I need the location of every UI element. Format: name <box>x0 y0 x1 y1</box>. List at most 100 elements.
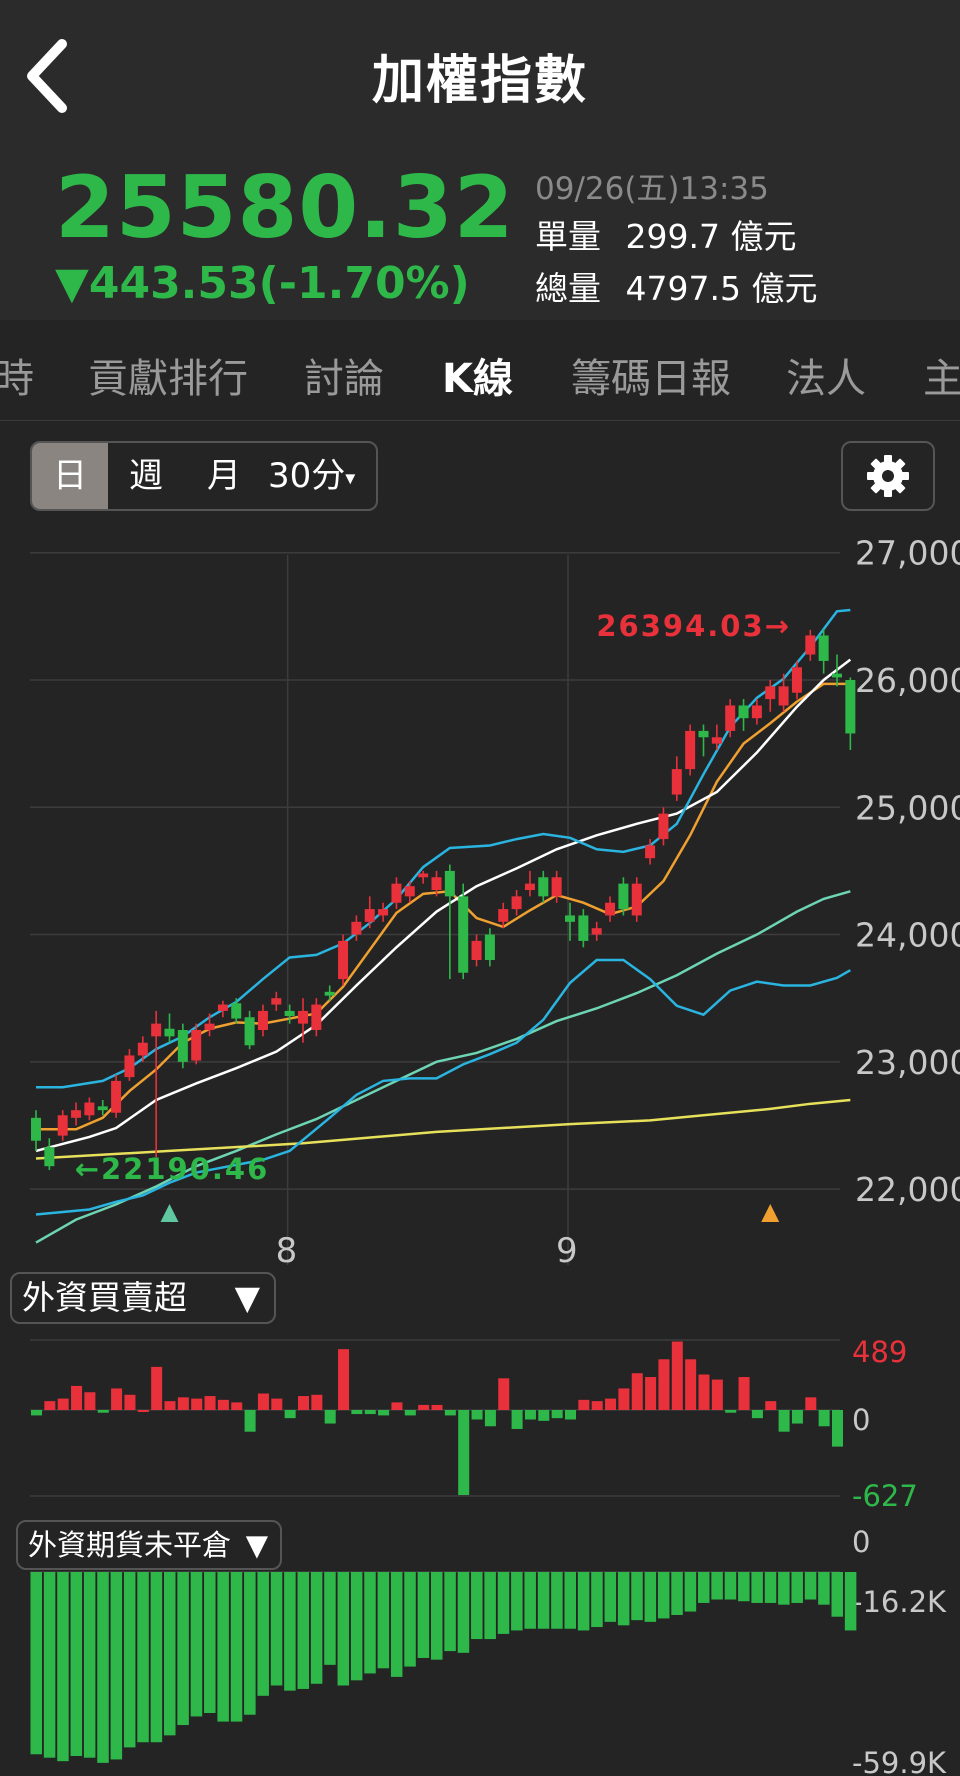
netbuy-bar <box>111 1388 123 1410</box>
y-axis-label: 0 <box>852 1525 870 1559</box>
futures-oi-bar <box>537 1572 550 1629</box>
candle-body <box>151 1023 162 1037</box>
futures-oi-bar <box>257 1572 269 1696</box>
netbuy-bar <box>471 1410 483 1420</box>
netbuy-bar <box>751 1410 763 1419</box>
candle-body <box>791 667 802 693</box>
netbuy-bar <box>658 1359 670 1410</box>
futures-oi-bar <box>284 1572 296 1691</box>
futures-oi-bar <box>791 1572 803 1603</box>
y-axis-label: -59.9K <box>852 1746 947 1776</box>
netbuy-bar <box>351 1410 363 1415</box>
futures-oi-bar <box>471 1572 483 1640</box>
futures-oi-bar <box>83 1572 96 1758</box>
futures-oi-bar <box>724 1572 737 1600</box>
futures-oi-bar <box>804 1572 817 1600</box>
candle-body <box>244 1017 255 1046</box>
tab-chip-daily[interactable]: 籌碼日報 <box>571 346 731 404</box>
k-line-chart[interactable]: 27,000 26,000 25,000 24,000 23,000 22,000 8 9 26… <box>0 540 960 1270</box>
futures-oi-bar <box>137 1572 149 1743</box>
netbuy-bar <box>511 1410 523 1429</box>
futures-oi-bar <box>484 1572 496 1640</box>
futures-oi-bar <box>110 1572 123 1760</box>
x-axis-label: 8 <box>276 1231 298 1270</box>
futures-oi-bar <box>150 1572 163 1743</box>
foreign-futures-oi-chart[interactable]: 0 -16.2K -59.9K <box>0 1510 960 1776</box>
tab-main[interactable]: 主 <box>923 346 960 404</box>
candle-body <box>404 886 415 897</box>
y-axis-label: 0 <box>852 1403 870 1437</box>
futures-oi-bar <box>404 1572 416 1667</box>
netbuy-bar <box>832 1410 843 1447</box>
netbuy-bar <box>498 1378 510 1410</box>
candle-body <box>444 870 455 897</box>
period-week-button[interactable]: 週 <box>112 443 180 509</box>
futures-oi-bar <box>70 1572 83 1756</box>
candle-body <box>778 686 789 706</box>
candle-body <box>511 896 522 910</box>
chart-settings-button[interactable] <box>841 441 935 511</box>
period-day-button[interactable]: 日 <box>32 443 108 509</box>
futures-oi-bar <box>337 1572 350 1686</box>
futures-oi-bar <box>604 1572 617 1622</box>
period-30min-button[interactable]: 30分▾ <box>268 443 376 509</box>
triangle-down-icon: ▼ <box>234 1278 260 1317</box>
netbuy-bar <box>818 1410 830 1427</box>
high-price-marker: 26394.03→ <box>596 609 791 643</box>
futures-oi-bar <box>43 1572 56 1758</box>
tab-institutional[interactable]: 法人 <box>786 346 866 404</box>
candle-body <box>751 705 762 719</box>
candle-body <box>177 1030 188 1062</box>
netbuy-bar <box>231 1402 243 1410</box>
quote-timestamp: 09/26(五)13:35 <box>535 171 769 207</box>
total-volume-row: 總量 4797.5 億元 <box>535 262 817 310</box>
period-30min-label: 30分 <box>268 456 346 496</box>
netbuy-bar <box>578 1399 590 1410</box>
netbuy-bar <box>565 1410 576 1420</box>
back-button[interactable] <box>22 36 82 116</box>
netbuy-bar <box>177 1397 189 1410</box>
netbuy-bar <box>524 1410 536 1420</box>
single-volume-value: 299.7 億元 <box>625 217 797 256</box>
futures-oi-bar <box>324 1572 336 1665</box>
ma-line <box>35 1098 851 1160</box>
signal-triangle-icon <box>160 1204 179 1222</box>
ma-line <box>35 658 852 1153</box>
tab-time[interactable]: 時 <box>0 346 34 404</box>
netbuy-bar <box>97 1410 109 1413</box>
futures-oi-bar <box>698 1572 710 1603</box>
candle-body <box>845 680 856 734</box>
candle-body <box>284 1010 295 1016</box>
futures-oi-bar <box>190 1572 203 1717</box>
futures-oi-bar <box>97 1572 109 1763</box>
netbuy-bar <box>124 1394 136 1410</box>
candle-body <box>818 635 829 661</box>
total-volume-label: 總量 <box>535 269 601 308</box>
tab-contribution-ranking[interactable]: 貢獻排行 <box>88 346 248 404</box>
futures-oi-bar <box>711 1572 723 1600</box>
candle-body <box>44 1147 55 1167</box>
period-selector: 日 週 月 30分▾ <box>30 441 378 511</box>
y-axis-label: 23,000 <box>855 1043 960 1082</box>
netbuy-bar <box>244 1410 256 1432</box>
chevron-left-icon <box>27 39 67 113</box>
tab-discussion[interactable]: 討論 <box>304 346 384 404</box>
period-month-button[interactable]: 月 <box>190 443 258 509</box>
y-axis-label: 22,000 <box>855 1170 960 1209</box>
futures-oi-bar <box>457 1572 470 1653</box>
foreign-netbuy-selector[interactable]: 外資買賣超 ▼ <box>10 1272 276 1324</box>
y-axis-label: -16.2K <box>852 1585 947 1619</box>
netbuy-bar <box>338 1349 350 1410</box>
foreign-netbuy-chart[interactable]: 489 0 -627 <box>0 1330 960 1510</box>
candle-body <box>725 705 736 731</box>
futures-oi-bar <box>444 1572 456 1652</box>
candle-body <box>618 883 629 910</box>
netbuy-bar <box>204 1396 216 1410</box>
netbuy-bar <box>71 1385 83 1410</box>
candle-body <box>364 909 375 922</box>
futures-oi-bar <box>751 1572 763 1603</box>
futures-oi-bar <box>844 1572 857 1631</box>
tab-k-line[interactable]: K線 <box>442 346 513 404</box>
futures-oi-bar <box>270 1572 283 1686</box>
candle-body <box>458 896 469 973</box>
